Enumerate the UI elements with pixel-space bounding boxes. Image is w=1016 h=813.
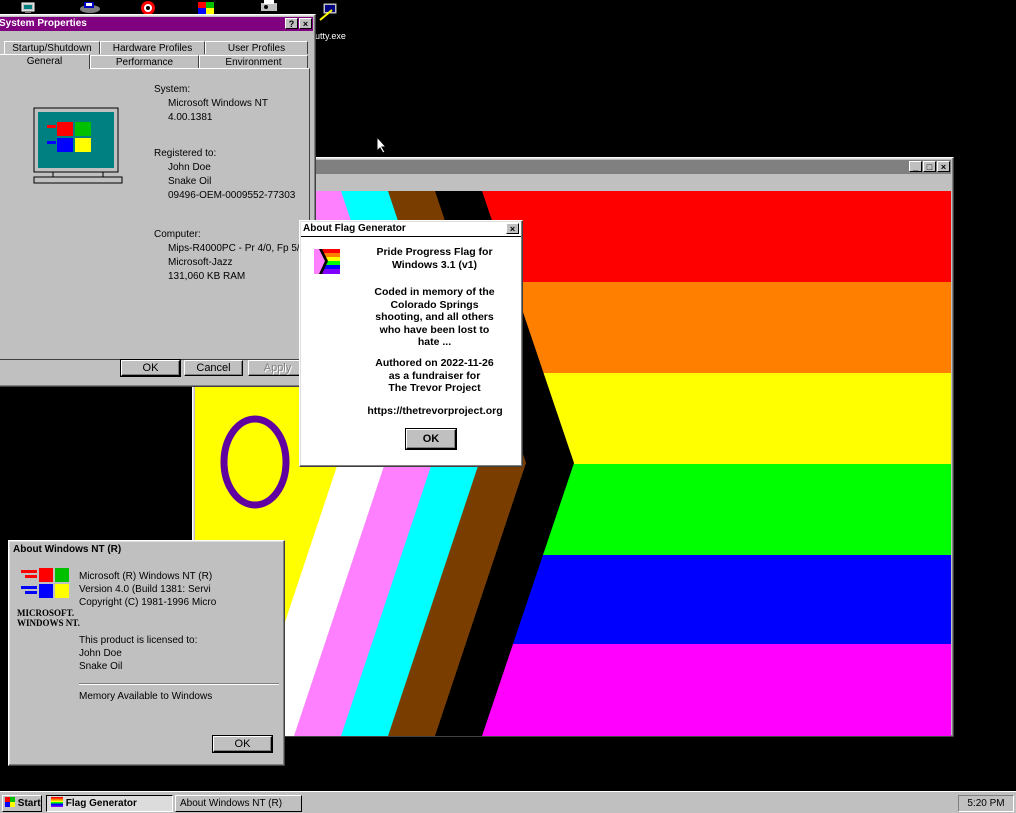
system-properties-titlebar[interactable]: System Properties ? × (0, 17, 313, 31)
version-info: Version 4.0 (Build 1381: Servi (79, 584, 211, 595)
putty-icon[interactable] (317, 2, 338, 21)
about-windows-nt-dialog[interactable]: About Windows NT (R) MICROSOFT. WINDOWS … (8, 540, 285, 766)
registered-org: Snake Oil (168, 176, 212, 187)
system-properties-window[interactable]: System Properties ? × Startup/Shutdown H… (0, 14, 316, 387)
tab-general[interactable]: General (0, 54, 90, 69)
ok-button[interactable]: OK (212, 735, 273, 753)
about-flag-title: About Flag Generator (303, 223, 406, 234)
minimize-button[interactable]: _ (909, 161, 922, 172)
product-id: 09496-OEM-0009552-77303 (168, 190, 296, 201)
cancel-button[interactable]: Cancel (184, 360, 243, 376)
about-nt-title: About Windows NT (R) (13, 544, 122, 555)
close-button[interactable]: × (937, 161, 950, 172)
system-label: System: (154, 84, 191, 95)
about-nt-titlebar[interactable]: About Windows NT (R) (11, 543, 282, 557)
clock-time: 5:20 PM (967, 798, 1005, 809)
programs-icon[interactable] (196, 0, 216, 14)
about-flag-line-6: shooting, and all others (375, 311, 494, 323)
network-icon[interactable] (78, 0, 100, 14)
windows-logo-icon (17, 565, 71, 608)
tab-environment[interactable]: Environment (199, 55, 308, 68)
windows-flag-icon (5, 797, 15, 807)
licensed-label: This product is licensed to: (79, 635, 198, 646)
flag-generator-task-label: Flag Generator (65, 798, 137, 809)
divider (79, 683, 279, 685)
tab-hardware-profiles[interactable]: Hardware Profiles (100, 41, 205, 54)
tab-startup-shutdown[interactable]: Startup/Shutdown (4, 41, 100, 54)
platform-info: Microsoft-Jazz (168, 257, 233, 268)
about-flag-line-4: Coded in memory of the (374, 286, 495, 298)
mouse-cursor-icon (376, 135, 388, 157)
about-flag-line-11: as a fundraiser for (388, 369, 481, 382)
taskbar-item-flag-generator[interactable]: Flag Generator (46, 795, 173, 812)
about-flag-url: https://thetrevorproject.org (367, 405, 503, 417)
about-flag-line-5: Colorado Springs (390, 298, 479, 311)
computer-monitor-icon (33, 107, 125, 194)
taskbar-item-about-windows-nt[interactable]: About Windows NT (R) (175, 795, 302, 812)
help-button[interactable]: ? (285, 18, 298, 29)
tab-performance[interactable]: Performance (90, 55, 199, 68)
product-name: Microsoft (R) Windows NT (R) (79, 571, 213, 582)
about-flag-line-2: Windows 3.1 (v1) (391, 258, 478, 271)
registered-name: John Doe (168, 162, 211, 173)
maximize-button[interactable]: □ (923, 161, 936, 172)
windows-nt-logo-text: WINDOWS NT. (17, 618, 80, 628)
close-button[interactable]: × (299, 18, 312, 29)
printer-icon[interactable] (258, 0, 278, 14)
about-flag-line-10: Authored on 2022-11-26 (375, 357, 494, 369)
licensed-name: John Doe (79, 648, 122, 659)
ram-info: 131,060 KB RAM (168, 271, 246, 282)
copyright-info: Copyright (C) 1981-1996 Micro (79, 597, 217, 608)
close-button[interactable]: × (506, 223, 519, 234)
about-flag-line-8: hate ... (417, 336, 452, 348)
about-flag-generator-dialog[interactable]: About Flag Generator × Pride Progress Fl… (299, 220, 523, 467)
cpu-info: Mips-R4000PC - Pr 4/0, Fp 5/0 (168, 243, 306, 254)
licensed-org: Snake Oil (79, 661, 123, 672)
start-label: Start (17, 798, 41, 809)
flag-generator-icon (314, 249, 340, 278)
registered-label: Registered to: (154, 148, 217, 159)
ok-button[interactable]: OK (405, 428, 457, 450)
clock: 5:20 PM (958, 795, 1014, 812)
taskbar: Start Flag Generator About Windows NT (R… (0, 791, 1016, 813)
start-button[interactable]: Start (2, 795, 42, 812)
flag-generator-task-icon (51, 797, 63, 807)
computer-label: Computer: (154, 229, 201, 240)
ok-button[interactable]: OK (120, 359, 181, 377)
tab-user-profiles[interactable]: User Profiles (205, 41, 308, 54)
about-nt-task-label: About Windows NT (R) (180, 798, 283, 809)
os-version: 4.00.1381 (168, 112, 213, 123)
os-name: Microsoft Windows NT (168, 98, 269, 109)
about-flag-line-12: The Trevor Project (388, 382, 481, 394)
about-flag-line-1: Pride Progress Flag for (376, 246, 493, 258)
microsoft-logo-text: MICROSOFT. (17, 608, 75, 618)
about-flag-titlebar[interactable]: About Flag Generator × (301, 222, 521, 237)
system-properties-title: System Properties (0, 18, 87, 29)
settings-icon[interactable] (137, 0, 157, 15)
memory-label: Memory Available to Windows (79, 691, 213, 702)
about-flag-line-7: who have been lost to (379, 323, 490, 336)
